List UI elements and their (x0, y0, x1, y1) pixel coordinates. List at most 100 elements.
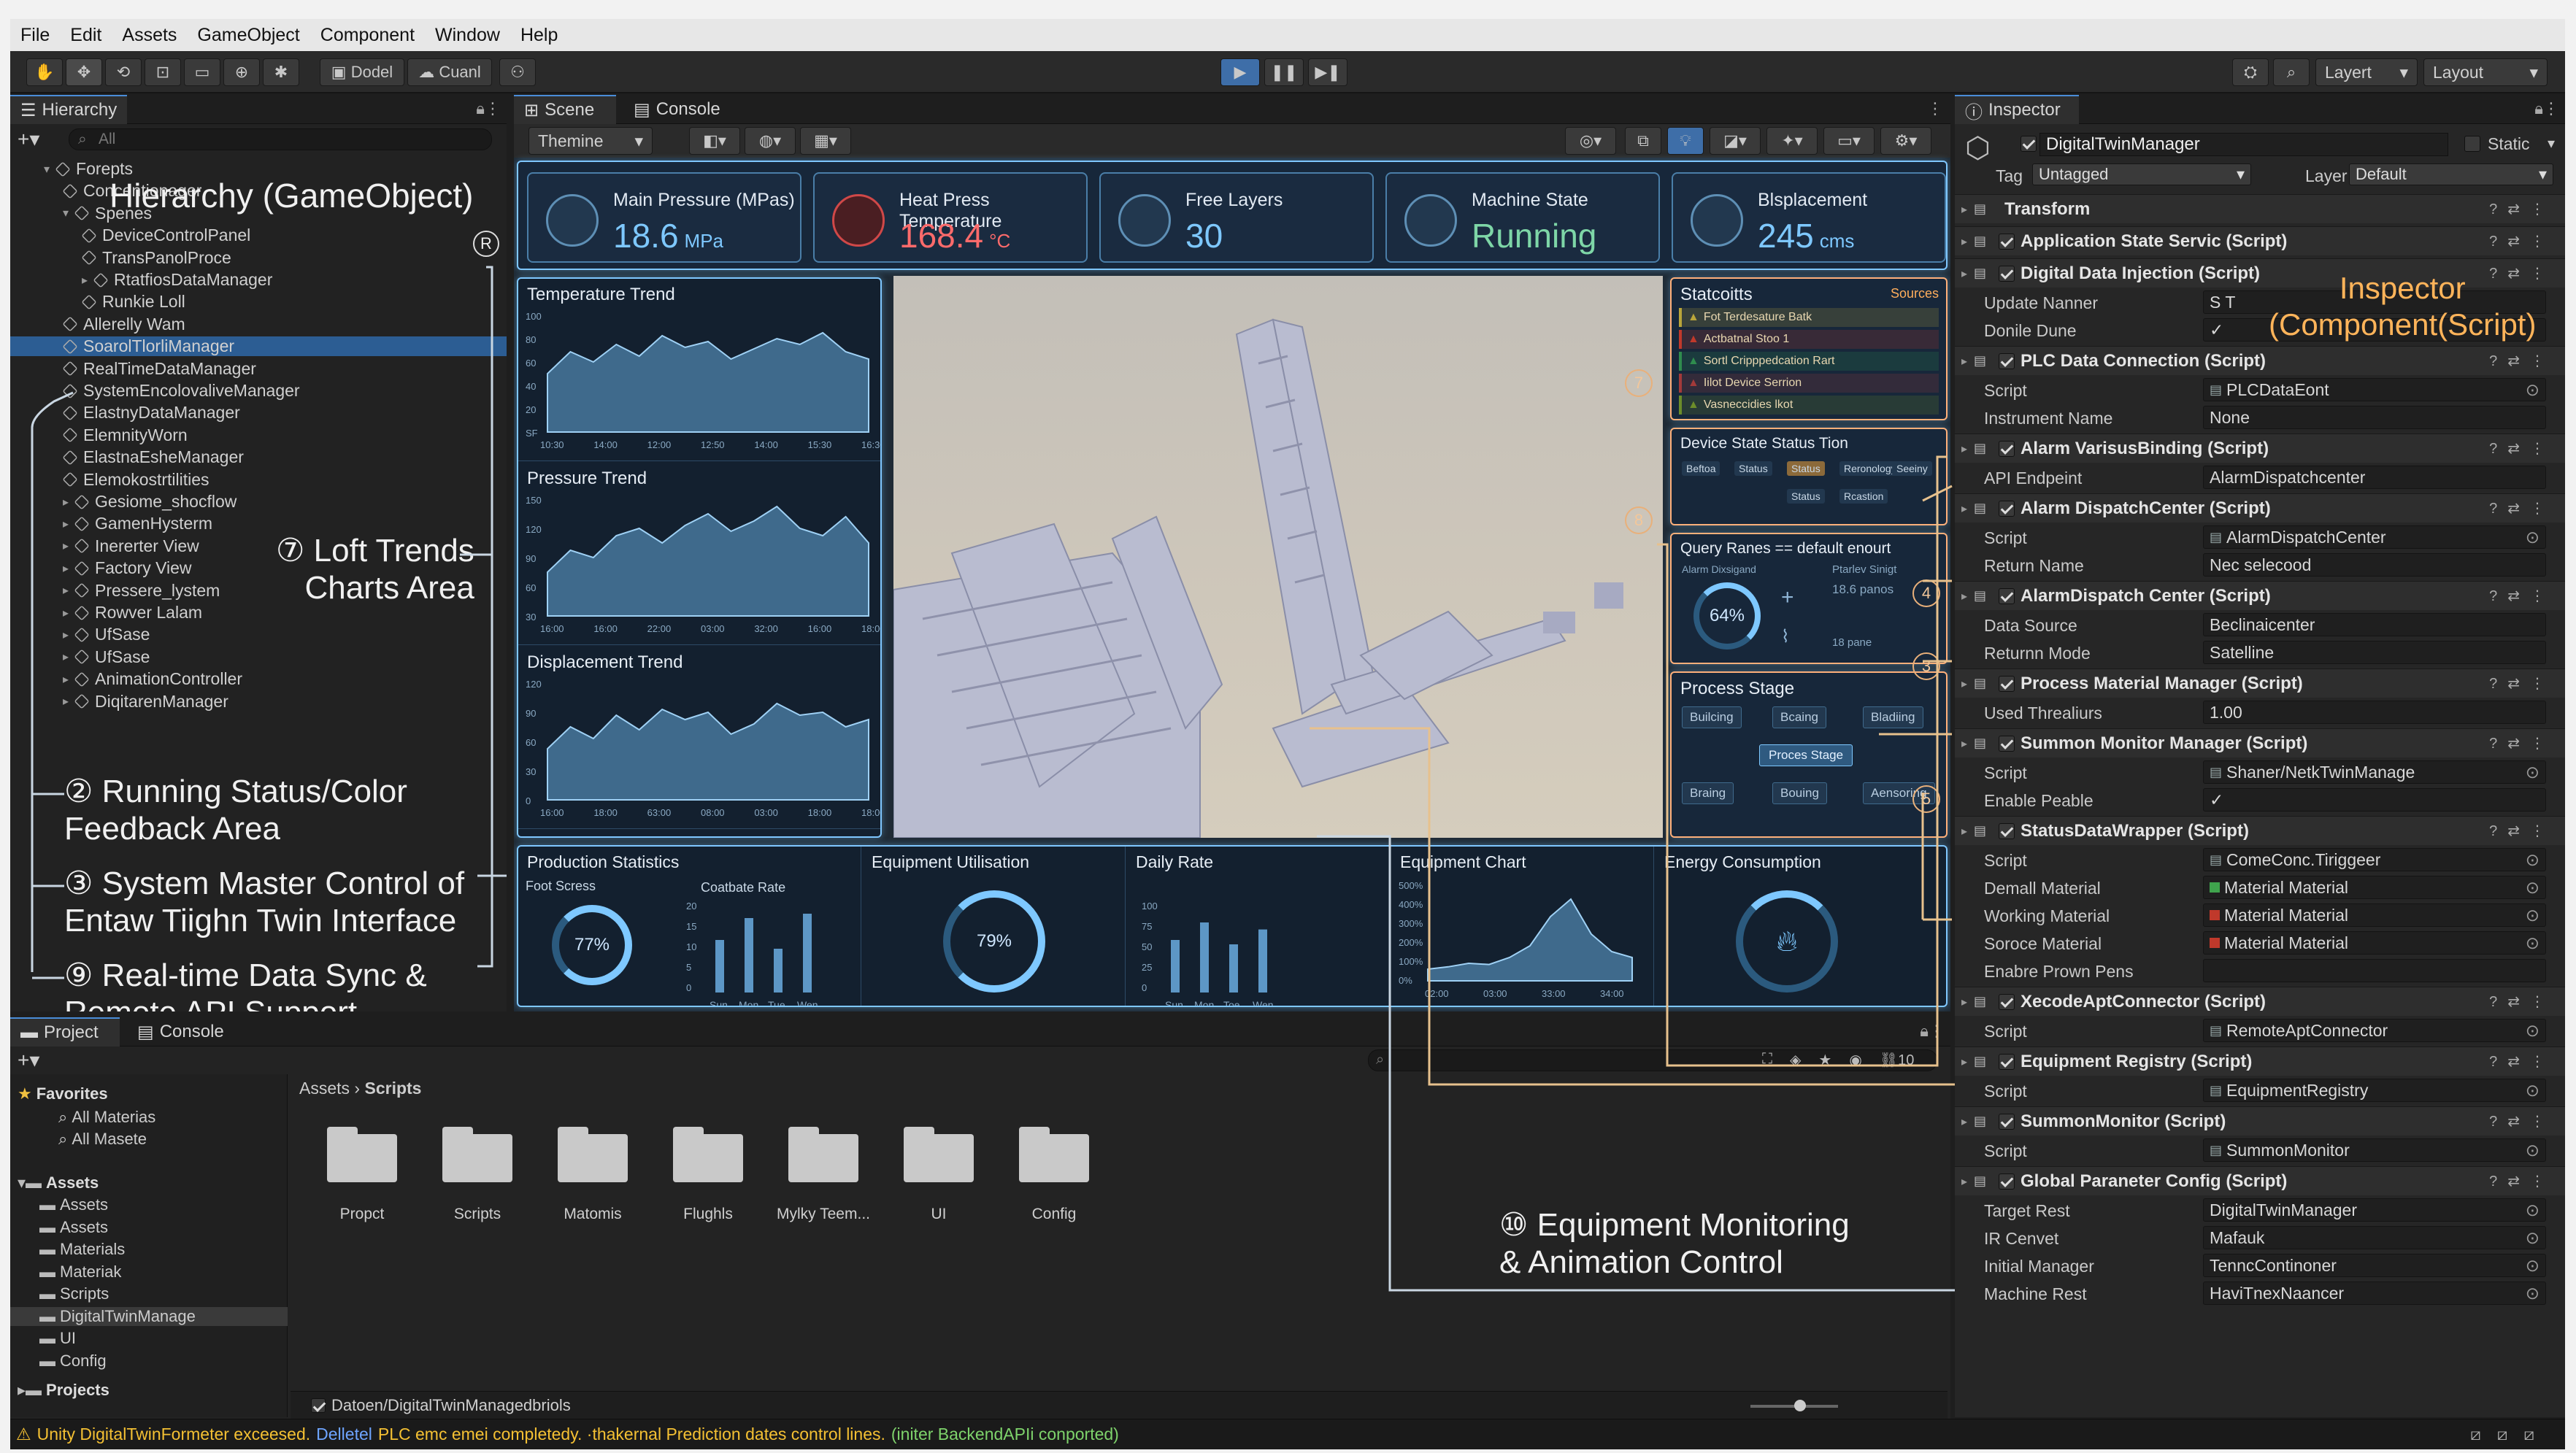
object-picker-icon[interactable]: ⊙ (2526, 1021, 2540, 1041)
collab-icon[interactable]: ⚇ (499, 58, 536, 86)
model-button[interactable]: ▣ Dodel (320, 58, 404, 86)
hand-tool-icon[interactable]: ✋ (26, 58, 63, 86)
component-enabled-checkbox[interactable] (1999, 265, 2015, 282)
kebab-menu-icon[interactable]: ⋮ (2530, 1054, 2555, 1070)
tab-scene[interactable]: ⊞ Scene (514, 95, 616, 124)
filter-type-icon[interactable]: ⛶ (1762, 1051, 1772, 1069)
component-header[interactable]: ▸ ▤ XecodeAptConnector (Script) ?⇄⋮ (1955, 987, 2565, 1016)
component-enabled-checkbox[interactable] (1999, 675, 2015, 692)
preset-icon[interactable]: ⇄ (2507, 353, 2530, 369)
account-icon[interactable]: ⛭ (2232, 58, 2269, 86)
preset-icon[interactable]: ⇄ (2507, 501, 2530, 517)
foldout-arrow-icon[interactable]: ▸ (1955, 589, 1974, 604)
tab-project-console[interactable]: ▤ Console (127, 1017, 237, 1047)
eye-icon[interactable]: ◉ (1849, 1051, 1861, 1069)
preset-icon[interactable]: ⇄ (2507, 736, 2530, 752)
kebab-menu-icon[interactable]: ⋮ (2530, 676, 2555, 692)
cloud-button[interactable]: ☁ Cuanl (407, 58, 492, 86)
tab-inspector[interactable]: ⓘ Inspector (1955, 95, 2079, 124)
folder-icon[interactable] (327, 1127, 397, 1182)
folder-icon[interactable] (673, 1127, 743, 1182)
transform-tool-icon[interactable]: ⊕ (223, 58, 260, 86)
component-header[interactable]: ▸ ▤ PLC Data Connection (Script) ?⇄⋮ (1955, 346, 2565, 375)
asset-folder-item[interactable]: ▬ Assets (39, 1218, 288, 1237)
property-field[interactable]: Material Material ⊙ (2203, 876, 2546, 899)
asset-folder-item[interactable]: ▬ UI (39, 1329, 288, 1348)
component-header[interactable]: ▸ ▤ Transform ?⇄⋮ (1955, 194, 2565, 223)
kebab-menu-icon[interactable]: ⋮ (2530, 823, 2555, 839)
kebab-menu-icon[interactable]: ⋮ (2530, 234, 2555, 250)
property-field[interactable]: ▤ RemoteAptConnector ⊙ (2203, 1019, 2546, 1042)
star-filter-icon[interactable]: ★ (1818, 1051, 1831, 1069)
kebab-menu-icon[interactable]: ⋮ (2530, 501, 2555, 517)
help-icon[interactable]: ? (2489, 823, 2507, 839)
component-enabled-checkbox[interactable] (1999, 1053, 2015, 1070)
lock-icon[interactable]: 🔒︎ (2534, 99, 2543, 118)
property-field[interactable]: ▤ Shaner/NetkTwinManage ⊙ (2203, 760, 2546, 784)
static-checkbox[interactable] (2464, 136, 2480, 152)
path-checkbox[interactable] (311, 1398, 326, 1413)
status-row[interactable]: ▲ Vasneccidies lkot (1679, 396, 1939, 415)
status-chip[interactable]: Status (1734, 461, 1772, 476)
component-header[interactable]: ▸ ▤ Process Material Manager (Script) ?⇄⋮ (1955, 668, 2565, 698)
property-field[interactable]: DigitalTwinManager ⊙ (2203, 1198, 2546, 1222)
preset-icon[interactable]: ⇄ (2507, 1114, 2530, 1130)
preset-icon[interactable]: ⇄ (2507, 676, 2530, 692)
folder-icon[interactable] (904, 1127, 974, 1182)
menu-help[interactable]: Help (510, 19, 568, 51)
component-enabled-checkbox[interactable] (1999, 822, 2015, 839)
zoom-slider-handle[interactable] (1794, 1400, 1806, 1411)
menu-gameobject[interactable]: GameObject (187, 19, 309, 51)
folder-icon[interactable] (558, 1127, 628, 1182)
process-step[interactable]: Bladiing (1863, 706, 1923, 728)
object-name-field[interactable]: DigitalTwinManager (2039, 133, 2448, 156)
kebab-menu-icon[interactable]: ⋮ (2530, 736, 2555, 752)
component-header[interactable]: ▸ ▤ SummonMonitor (Script) ?⇄⋮ (1955, 1106, 2565, 1136)
menu-component[interactable]: Component (310, 19, 425, 51)
kebab-menu-icon[interactable]: ⋮ (2530, 588, 2555, 604)
foldout-arrow-icon[interactable]: ▸ (1955, 202, 1974, 217)
component-header[interactable]: ▸ ▤ Alarm VarisusBinding (Script) ?⇄⋮ (1955, 433, 2565, 463)
favorite-item[interactable]: ⌕ All Materias (58, 1108, 155, 1127)
layers-dropdown[interactable]: Layert ▾ (2315, 58, 2418, 86)
menu-edit[interactable]: Edit (60, 19, 112, 51)
kebab-menu-icon[interactable]: ⋮ (1929, 1022, 1945, 1041)
preset-icon[interactable]: ⇄ (2507, 1173, 2530, 1190)
3d-viewport[interactable] (893, 276, 1663, 838)
status-row[interactable]: ▲ Iilot Device Serrion (1679, 374, 1939, 393)
object-picker-icon[interactable]: ⊙ (2526, 528, 2540, 547)
foldout-arrow-icon[interactable]: ▸ (1955, 677, 1974, 691)
help-icon[interactable]: ? (2489, 234, 2507, 250)
property-field[interactable]: ▤ PLCDataEont ⊙ (2203, 378, 2546, 401)
component-enabled-checkbox[interactable] (1999, 993, 2015, 1010)
folder-icon[interactable] (1019, 1127, 1089, 1182)
help-icon[interactable]: ? (2489, 501, 2507, 517)
light-toggle-icon[interactable]: 💡︎ (1667, 127, 1704, 155)
status-bar[interactable]: ⚠ Unity DigitalTwinFormeter exceesed. De… (10, 1419, 2565, 1449)
property-field[interactable]: ▤ SummonMonitor ⊙ (2203, 1138, 2546, 1162)
tab-project[interactable]: ▬ Project (10, 1017, 120, 1047)
breadcrumb-assets[interactable]: Assets (299, 1079, 350, 1098)
property-field[interactable]: Material Material ⊙ (2203, 931, 2546, 955)
zoom-slider[interactable] (1750, 1400, 1838, 1411)
component-header[interactable]: ▸ ▤ StatusDataWrapper (Script) ?⇄⋮ (1955, 816, 2565, 845)
property-field[interactable] (2203, 959, 2546, 982)
component-header[interactable]: ▸ ▤ Alarm DispatchCenter (Script) ?⇄⋮ (1955, 493, 2565, 523)
kebab-menu-icon[interactable]: ⋮ (2530, 994, 2555, 1010)
foldout-arrow-icon[interactable]: ▸ (1955, 995, 1974, 1009)
preset-icon[interactable]: ⇄ (2507, 234, 2530, 250)
preset-icon[interactable]: ⇄ (2507, 994, 2530, 1010)
object-picker-icon[interactable]: ⊙ (2526, 1228, 2540, 1248)
object-picker-icon[interactable]: ⊙ (2526, 763, 2540, 782)
help-icon[interactable]: ? (2489, 994, 2507, 1010)
lock-icon[interactable]: 🔒︎ (1920, 1022, 1929, 1041)
component-header[interactable]: ▸ ▤ Application State Servic (Script) ?⇄⋮ (1955, 226, 2565, 255)
status-icons[interactable]: ⧄⧄⧄ (2470, 1425, 2550, 1444)
audio-dropdown[interactable]: ◪▾ (1710, 127, 1761, 155)
assets-header[interactable]: ▾▬ Assets (18, 1173, 99, 1192)
menu-window[interactable]: Window (425, 19, 510, 51)
asset-folder-item[interactable]: ▬ DigitalTwinManage (10, 1306, 288, 1326)
object-picker-icon[interactable]: ⊙ (2526, 878, 2540, 898)
object-picker-icon[interactable]: ⊙ (2526, 1284, 2540, 1303)
move-tool-icon[interactable]: ✥ (66, 58, 102, 86)
